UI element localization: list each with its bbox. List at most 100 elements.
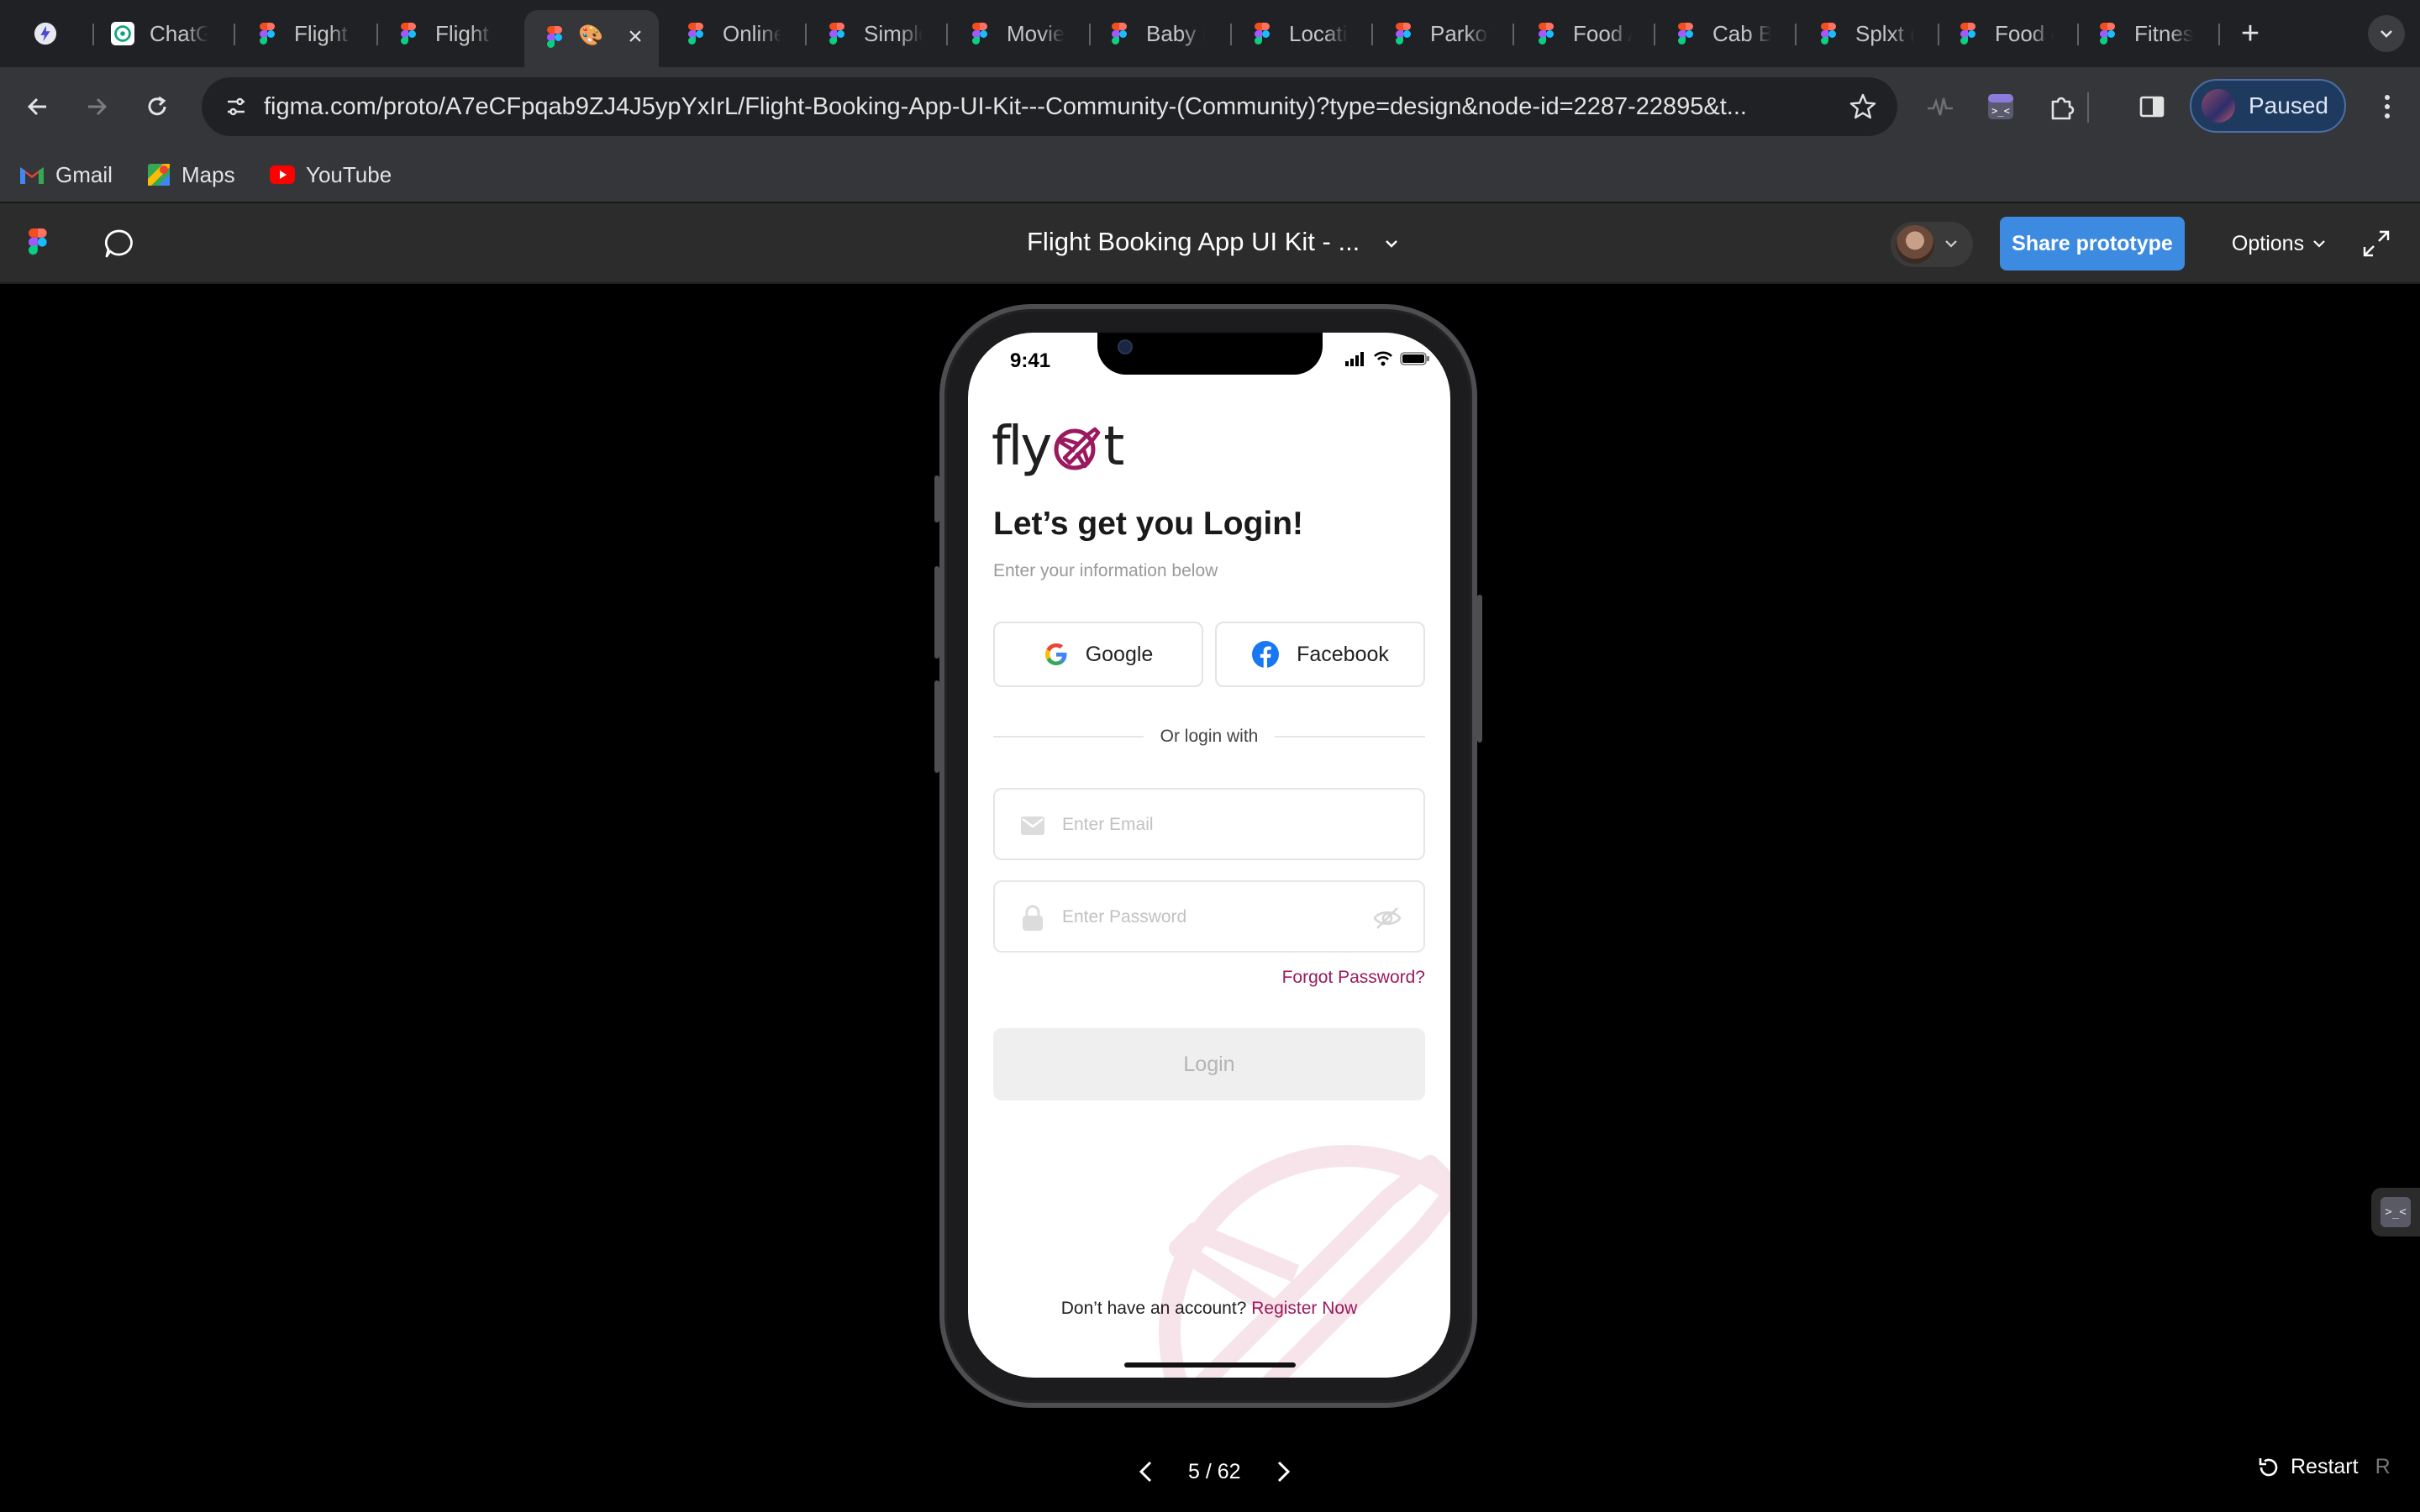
restart-button[interactable]: Restart R	[2257, 1455, 2391, 1479]
back-button[interactable]	[18, 87, 57, 126]
close-tab-icon[interactable]: ×	[618, 20, 652, 54]
tab-food-o[interactable]: Food o	[1956, 12, 2054, 55]
file-title[interactable]: Flight Booking App UI Kit - ...	[1027, 227, 1360, 257]
figma-icon	[1107, 22, 1131, 45]
forward-button[interactable]	[77, 87, 116, 126]
figma-icon	[2096, 22, 2119, 45]
tab-baby[interactable]: Baby E	[1107, 12, 1205, 55]
screen-root: ChatGPT Flight Booking Flight Booking 🎨 …	[0, 0, 2420, 1512]
site-info-icon[interactable]	[218, 89, 254, 124]
reload-button[interactable]	[138, 87, 176, 126]
figma-icon	[968, 22, 992, 45]
facebook-login-button[interactable]: Facebook	[1215, 622, 1425, 687]
bookmark-label: YouTube	[306, 161, 392, 187]
eye-off-icon[interactable]	[1373, 904, 1402, 932]
extensions-puzzle-icon[interactable]	[2044, 87, 2082, 126]
fullscreen-expand-icon[interactable]	[2361, 228, 2395, 262]
tab-location[interactable]: Locatio	[1250, 12, 1348, 55]
frame-counter: 5 / 62	[1188, 1459, 1241, 1483]
new-tab-button[interactable]: +	[2232, 15, 2269, 52]
tab-title: Baby E	[1146, 20, 1205, 46]
tab-online[interactable]: Online	[684, 12, 781, 55]
bookmark-youtube[interactable]: YouTube	[269, 158, 392, 192]
logo-text: t	[1103, 416, 1124, 478]
comment-icon[interactable]	[99, 223, 139, 264]
tab-title: Simple	[864, 20, 923, 46]
tab-search-button[interactable]	[2368, 15, 2405, 52]
tab-separator	[1230, 24, 1232, 45]
bookmark-label: Gmail	[55, 161, 113, 187]
tab-flight-booking-1[interactable]: Flight Booking	[255, 12, 353, 55]
bookmark-star-icon[interactable]	[1845, 89, 1881, 124]
bookmark-maps[interactable]: Maps	[146, 158, 235, 192]
tab-active-figma[interactable]: 🎨 ×	[524, 10, 659, 67]
chevron-right-icon	[1277, 1461, 1290, 1483]
password-field[interactable]	[993, 880, 1425, 953]
avatar	[1896, 225, 1934, 264]
figma-icon	[255, 22, 279, 45]
password-input[interactable]	[1062, 900, 1348, 934]
extension-devtools-icon[interactable]: >_<	[1981, 87, 2020, 126]
figma-icon	[1674, 22, 1697, 45]
mail-icon	[1020, 813, 1045, 838]
viewer-avatar-button[interactable]	[1891, 222, 1973, 267]
tab-separator	[2218, 24, 2220, 45]
status-bar-time: 9:41	[1010, 349, 1051, 372]
bookmarks-bar: Gmail Maps YouTube	[0, 146, 2420, 203]
page-subtitle: Enter your information below	[993, 561, 1218, 580]
side-panel-icon[interactable]	[2133, 87, 2171, 126]
divider-line	[1275, 736, 1425, 738]
tab-splxt[interactable]: Splxt (	[1817, 12, 1914, 55]
airplane-watermark-icon	[1159, 1145, 1450, 1378]
restart-icon	[2259, 1457, 2278, 1476]
figma-icon	[1817, 22, 1840, 45]
arrow-right-icon	[88, 97, 108, 116]
facebook-label: Facebook	[1297, 642, 1389, 666]
share-prototype-button[interactable]: Share prototype	[2000, 217, 2185, 270]
next-frame-button[interactable]	[1266, 1455, 1300, 1488]
tab-separator	[2077, 24, 2079, 45]
tab-chatgpt[interactable]: ChatGPT	[111, 12, 208, 55]
figma-icon	[1956, 22, 1980, 45]
tab-food-a[interactable]: Food A	[1534, 12, 1632, 55]
login-button[interactable]: Login	[993, 1028, 1425, 1100]
floating-extension-button[interactable]: >_<	[2371, 1188, 2420, 1236]
tab-separator	[946, 24, 948, 45]
tab-cab-booking[interactable]: Cab Bo	[1674, 12, 1771, 55]
media-activity-icon[interactable]	[1921, 87, 1960, 126]
email-input[interactable]	[1062, 808, 1348, 842]
figma-icon	[1534, 22, 1558, 45]
tab-movie[interactable]: Movie	[968, 12, 1065, 55]
register-now-link[interactable]: Register Now	[1251, 1299, 1357, 1318]
gmail-icon	[20, 167, 44, 184]
tab-title: Splxt (	[1855, 20, 1914, 46]
tab-flight-booking-2[interactable]: Flight Booking	[397, 12, 494, 55]
browser-menu-icon[interactable]	[2368, 87, 2407, 126]
tab-lightning-app[interactable]	[34, 12, 57, 55]
tab-title: Flight Booking	[435, 20, 494, 46]
previous-frame-button[interactable]	[1129, 1455, 1163, 1488]
home-indicator	[1124, 1362, 1296, 1368]
tab-separator	[234, 24, 235, 45]
email-field[interactable]	[993, 788, 1425, 860]
tab-separator	[1654, 24, 1655, 45]
figma-icon	[1392, 22, 1415, 45]
forgot-password-link[interactable]: Forgot Password?	[1282, 968, 1425, 988]
wifi-icon	[1374, 351, 1392, 366]
options-button[interactable]: Options	[2212, 217, 2346, 270]
chevron-down-icon[interactable]	[1378, 230, 1405, 257]
cellular-signal-icon	[1345, 352, 1364, 366]
bookmark-label: Maps	[182, 161, 235, 187]
tab-simple[interactable]: Simple	[825, 12, 923, 55]
logo-text: fly	[992, 416, 1052, 478]
tab-title: Locatio	[1289, 20, 1348, 46]
youtube-icon	[270, 165, 295, 184]
tab-separator	[1371, 24, 1373, 45]
tab-parkov[interactable]: Parkov	[1392, 12, 1489, 55]
profile-button[interactable]: Paused	[2190, 79, 2346, 133]
google-login-button[interactable]: Google	[993, 622, 1203, 687]
bookmark-gmail[interactable]: Gmail	[18, 158, 113, 192]
address-bar[interactable]: figma.com/proto/A7eCFpqab9ZJ4J5ypYxIrL/F…	[202, 77, 1897, 136]
tab-fitness[interactable]: Fitness	[2096, 12, 2193, 55]
palette-emoji: 🎨	[578, 24, 603, 47]
